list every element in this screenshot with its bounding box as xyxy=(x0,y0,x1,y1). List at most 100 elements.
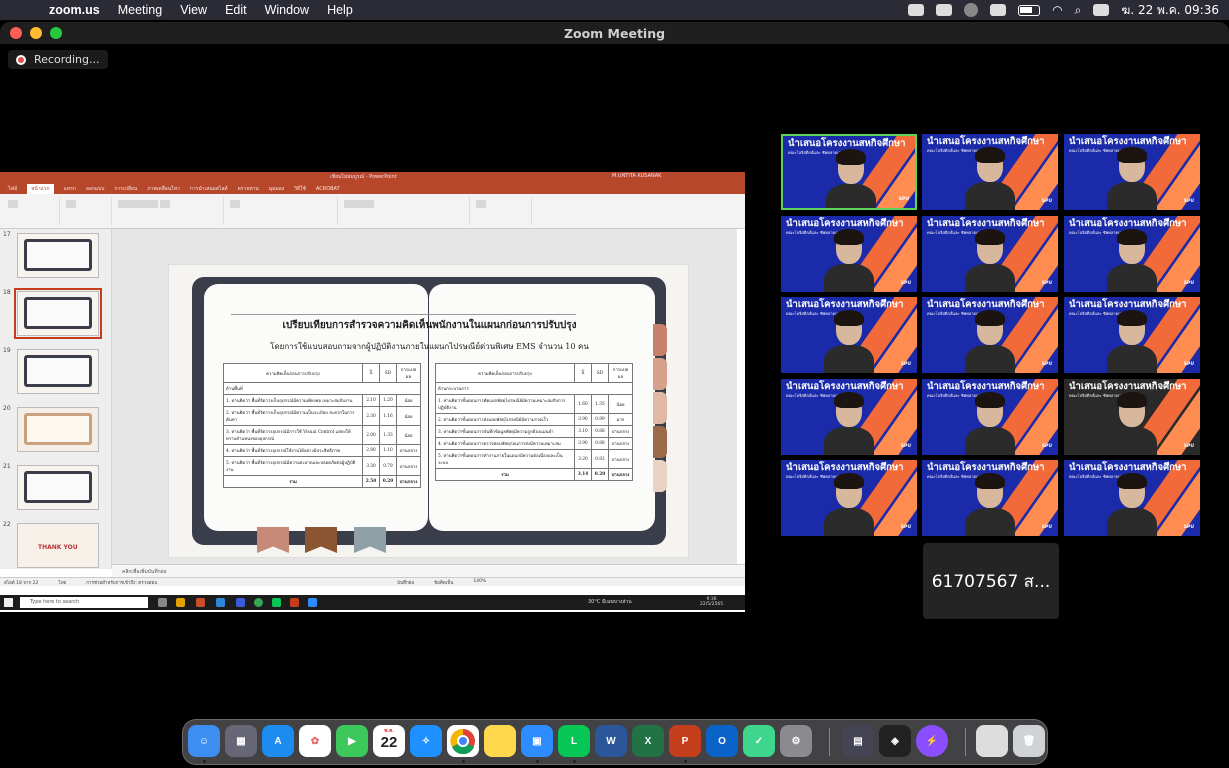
menu-help[interactable]: Help xyxy=(318,3,362,17)
ppt-tab-help[interactable]: วิธีใช้ xyxy=(294,185,306,193)
participant-video-tile[interactable]: นำเสนอโครงงานสหกิจศึกษา คณะโลจิสติกส์และ … xyxy=(781,460,917,536)
menu-meeting[interactable]: Meeting xyxy=(109,3,171,17)
app-store-icon[interactable]: A xyxy=(262,725,294,757)
participant-video-tile[interactable]: นำเสนอโครงงานสหกิจศึกษา คณะโลจิสติกส์และ … xyxy=(922,379,1058,455)
menu-window[interactable]: Window xyxy=(256,3,318,17)
excel-icon[interactable]: X xyxy=(632,725,664,757)
wifi-icon[interactable]: ◠ xyxy=(1052,3,1062,17)
slide-thumbnail-selected[interactable] xyxy=(14,288,102,339)
spotlight-icon[interactable]: ⌕ xyxy=(1075,3,1082,18)
font-name-select[interactable] xyxy=(118,200,158,208)
fullscreen-window-button[interactable] xyxy=(50,27,62,39)
current-slide[interactable]: เปรียบเทียบการสำรวจความคิดเห็นพนักงานในแ… xyxy=(168,264,689,558)
control-center-icon[interactable] xyxy=(1093,4,1110,16)
slide-editing-canvas[interactable]: เปรียบเทียบการสำรวจความคิดเห็นพนักงานในแ… xyxy=(112,229,737,564)
status-accessibility[interactable]: การช่วยสำหรับการเข้าถึง: ตรวจสอบ xyxy=(86,579,157,586)
windows-start-icon[interactable] xyxy=(4,598,13,607)
participant-video-tile[interactable]: นำเสนอโครงงานสหกิจศึกษา คณะโลจิสติกส์และ … xyxy=(922,460,1058,536)
slide-thumbnail[interactable]: THANK YOU xyxy=(17,523,99,568)
chrome-icon[interactable] xyxy=(447,725,479,757)
menu-clock[interactable]: ฆ. 22 พ.ค. 09:36 xyxy=(1121,1,1219,20)
status-notes-button[interactable]: บันทึกย่อ xyxy=(397,579,414,586)
taskbar-weather[interactable]: 30°C มีเมฆบางส่วน xyxy=(588,598,632,606)
powerpoint-icon[interactable]: P xyxy=(669,725,701,757)
keyboard-input-icon[interactable] xyxy=(990,4,1007,16)
status-comments-button[interactable]: ข้อคิดเห็น xyxy=(434,579,453,586)
menu-app-zoom[interactable]: zoom.us xyxy=(40,3,109,17)
new-slide-button[interactable] xyxy=(66,200,76,208)
word-icon[interactable]: W xyxy=(595,725,627,757)
edge-icon[interactable] xyxy=(216,598,225,607)
find-button[interactable] xyxy=(476,200,486,208)
participant-video-tile[interactable]: นำเสนอโครงงานสหกิจศึกษา คณะโลจิสติกส์และ … xyxy=(1064,134,1200,210)
slide-thumbnail[interactable] xyxy=(17,233,99,278)
line-icon[interactable] xyxy=(272,598,281,607)
participant-video-tile[interactable]: นำเสนอโครงงานสหกิจศึกษา คณะโลจิสติกส์และ … xyxy=(781,134,917,210)
recording-indicator[interactable]: Recording... xyxy=(8,50,108,69)
participant-video-tile[interactable]: นำเสนอโครงงานสหกิจศึกษา คณะโลจิสติกส์และ … xyxy=(922,216,1058,292)
preview-icon[interactable]: ▤ xyxy=(842,725,874,757)
messenger-icon[interactable]: ⚡ xyxy=(916,725,948,757)
status-zoom-level[interactable]: 140% xyxy=(473,579,486,585)
participant-video-tile[interactable]: นำเสนอโครงงานสหกิจศึกษา คณะโลจิสติกส์และ … xyxy=(781,216,917,292)
app-icon[interactable] xyxy=(196,598,205,607)
slide-thumbnail[interactable] xyxy=(17,349,99,394)
ppt-tab-insert[interactable]: แทรก xyxy=(64,185,76,193)
participant-video-tile[interactable]: นำเสนอโครงงานสหกิจศึกษา คณะโลจิสติกส์และ … xyxy=(781,379,917,455)
participant-video-tile[interactable]: นำเสนอโครงงานสหกิจศึกษา คณะโลจิสติกส์และ … xyxy=(922,297,1058,373)
zoom-status-icon[interactable] xyxy=(908,4,925,16)
paste-button[interactable] xyxy=(8,200,18,208)
ppt-tab-animations[interactable]: ภาพเคลื่อนไหว xyxy=(147,185,180,193)
documents-stack-icon[interactable] xyxy=(976,725,1008,757)
ppt-tab-acrobat[interactable]: ACROBAT xyxy=(316,186,340,192)
app-icon[interactable]: ✓ xyxy=(743,725,775,757)
ppt-tab-home[interactable]: หน้าแรก xyxy=(27,183,54,194)
photos-icon[interactable]: ✿ xyxy=(299,725,331,757)
participant-video-tile[interactable]: นำเสนอโครงงานสหกิจศึกษา คณะโลจิสติกส์และ … xyxy=(1064,379,1200,455)
ppt-tab-transitions[interactable]: การเปลี่ยน xyxy=(114,185,137,193)
calendar-icon[interactable]: พ.ค. 22 xyxy=(373,725,405,757)
taskbar-clock[interactable]: 9:36 22/5/2565 xyxy=(700,597,723,607)
media-status-icon[interactable] xyxy=(964,3,979,17)
minimize-window-button[interactable] xyxy=(30,27,42,39)
notes-icon[interactable] xyxy=(484,725,516,757)
ppt-tab-slideshow[interactable]: การนำเสนอสไลด์ xyxy=(190,185,228,193)
ppt-tab-review[interactable]: ตรวจทาน xyxy=(238,185,259,193)
slide-thumbnail[interactable] xyxy=(17,465,99,510)
participant-name-tile[interactable]: 61707567 ส... xyxy=(923,543,1059,619)
participant-video-tile[interactable]: นำเสนอโครงงานสหกิจศึกษา คณะโลจิสติกส์และ … xyxy=(781,297,917,373)
notes-pane[interactable]: คลิกเพื่อเพิ่มบันทึกย่อ xyxy=(112,564,745,577)
taskbar-search[interactable]: Type here to search xyxy=(20,597,148,608)
participant-video-tile[interactable]: นำเสนอโครงงานสหกิจศึกษา คณะโลจิสติกส์และ … xyxy=(1064,216,1200,292)
shapes-gallery[interactable] xyxy=(344,200,374,208)
finder-icon[interactable]: ☺ xyxy=(188,725,220,757)
line-status-icon[interactable] xyxy=(936,4,953,16)
bullets-button[interactable] xyxy=(230,200,240,208)
facetime-icon[interactable]: ▶ xyxy=(336,725,368,757)
safari-icon[interactable]: ✧ xyxy=(410,725,442,757)
system-preferences-icon[interactable]: ⚙ xyxy=(780,725,812,757)
ppt-tab-file[interactable]: ไฟล์ xyxy=(8,185,17,193)
close-window-button[interactable] xyxy=(10,27,22,39)
slide-thumbnail[interactable] xyxy=(17,407,99,452)
zoom-icon[interactable]: ▣ xyxy=(521,725,553,757)
outlook-icon[interactable]: O xyxy=(706,725,738,757)
app-icon[interactable] xyxy=(236,598,245,607)
participant-video-tile[interactable]: นำเสนอโครงงานสหกิจศึกษา คณะโลจิสติกส์และ … xyxy=(1064,460,1200,536)
menu-view[interactable]: View xyxy=(171,3,216,17)
zoom-icon[interactable] xyxy=(308,598,317,607)
file-explorer-icon[interactable] xyxy=(176,598,185,607)
task-view-icon[interactable] xyxy=(158,598,167,607)
participant-video-tile[interactable]: นำเสนอโครงงานสหกิจศึกษา คณะโลจิสติกส์และ … xyxy=(1064,297,1200,373)
menu-edit[interactable]: Edit xyxy=(216,3,256,17)
powerpoint-icon[interactable] xyxy=(290,598,299,607)
ppt-tab-design[interactable]: ออกแบบ xyxy=(86,185,105,193)
ppt-tab-view[interactable]: มุมมอง xyxy=(269,185,284,193)
trash-icon[interactable]: 🗑 xyxy=(1013,725,1045,757)
chrome-icon[interactable] xyxy=(254,598,263,607)
launchpad-icon[interactable]: ▦ xyxy=(225,725,257,757)
font-size-select[interactable] xyxy=(160,200,170,208)
app-icon[interactable]: ◈ xyxy=(879,725,911,757)
line-icon[interactable]: L xyxy=(558,725,590,757)
participant-video-tile[interactable]: นำเสนอโครงงานสหกิจศึกษา คณะโลจิสติกส์และ … xyxy=(922,134,1058,210)
